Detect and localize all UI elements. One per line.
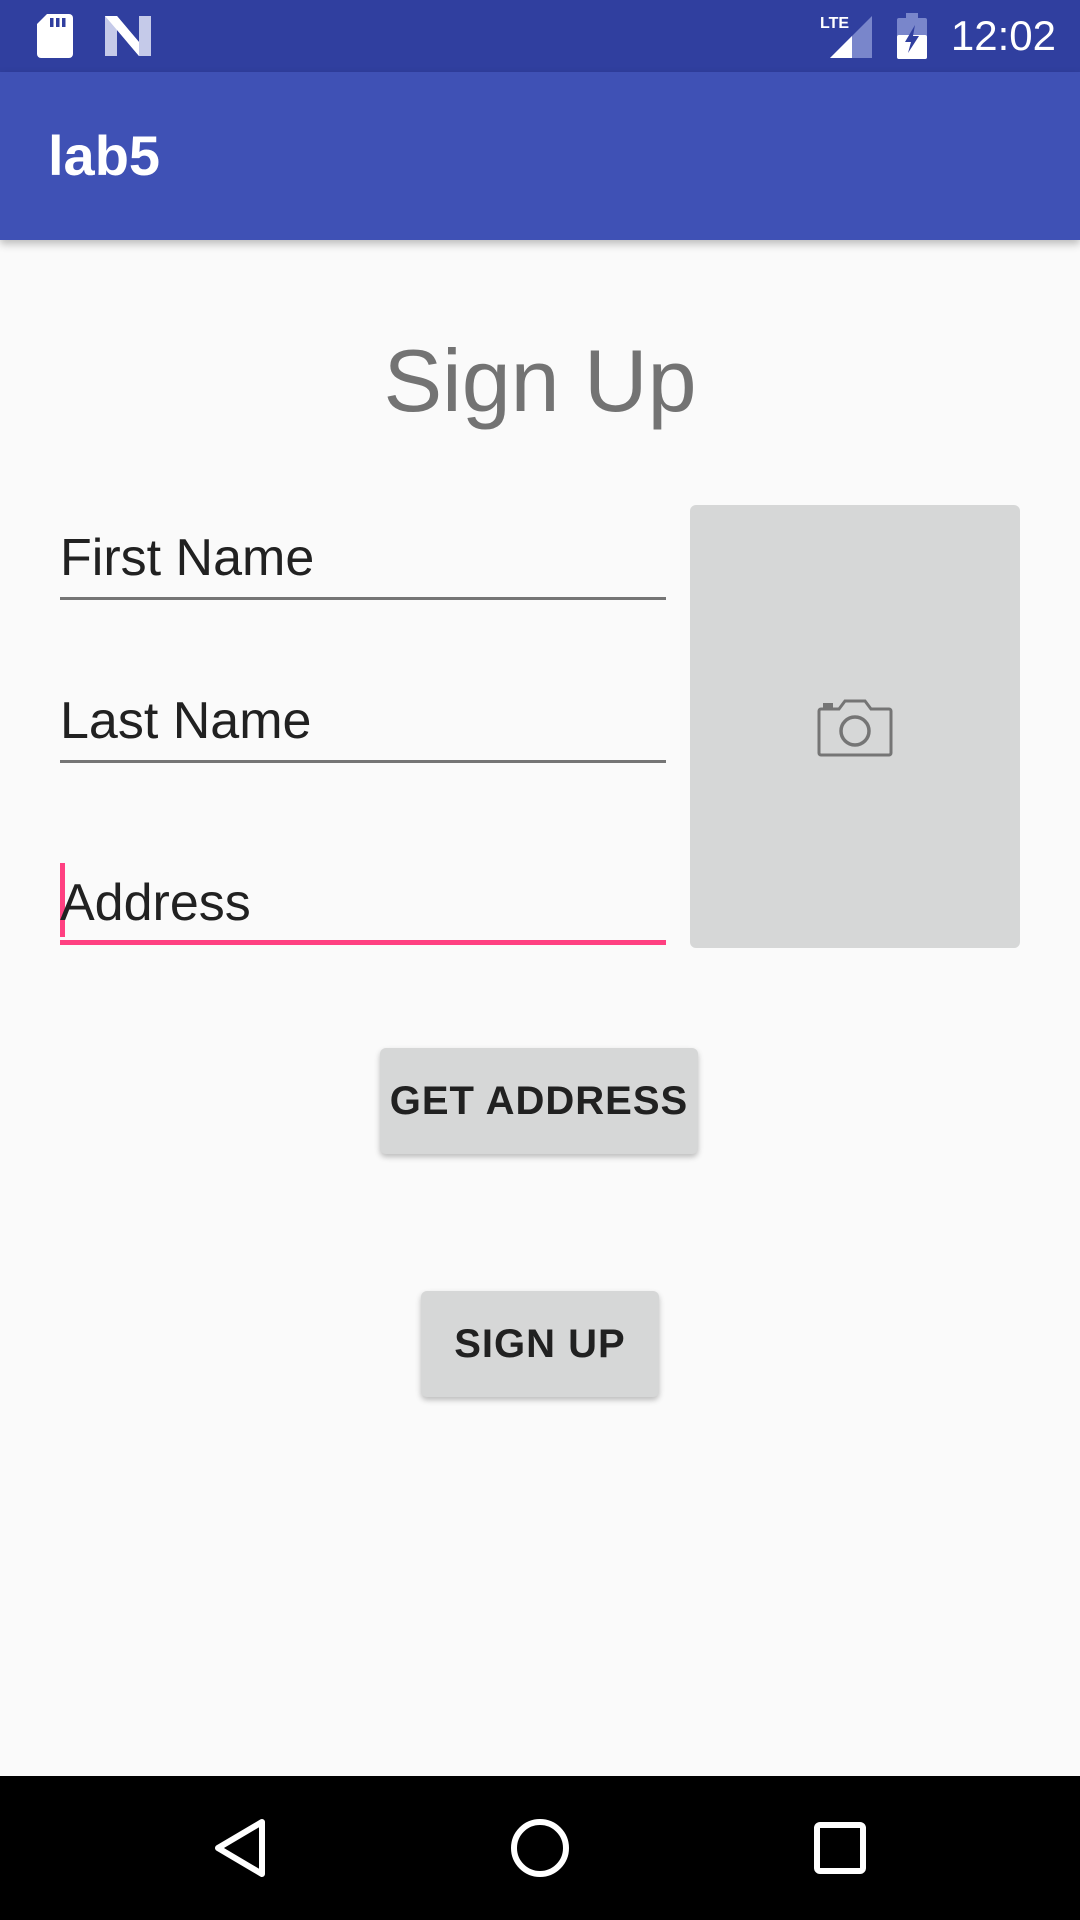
back-button[interactable] [160,1776,320,1920]
get-address-button[interactable]: GET ADDRESS [380,1048,698,1154]
camera-icon [817,699,893,756]
first-name-underline [60,597,666,600]
status-time: 12:02 [950,12,1056,59]
address-field[interactable]: Address [60,845,666,945]
address-underline [60,940,666,945]
recents-icon [814,1822,866,1874]
app-title: lab5 [48,124,161,187]
battery-charging-icon [894,0,930,72]
home-button[interactable] [460,1776,620,1920]
sign-up-button[interactable]: SIGN UP [421,1291,659,1397]
app-bar: lab5 [0,72,1080,240]
first-name-placeholder: First Name [60,529,315,587]
status-bar: LTE 12:02 [0,0,1080,72]
lte-signal-icon: LTE [816,0,876,72]
first-name-field[interactable]: First Name [60,500,666,600]
page-title: Sign Up [383,331,697,430]
lte-label: LTE [820,15,849,32]
last-name-placeholder: Last Name [60,692,312,750]
recents-button[interactable] [760,1776,920,1920]
notification-n-icon [100,0,156,72]
home-icon [511,1819,569,1877]
last-name-field[interactable]: Last Name [60,663,666,763]
photo-picker[interactable] [690,505,1020,948]
address-placeholder: Address [60,874,251,932]
last-name-underline [60,760,666,763]
back-icon [215,1819,265,1877]
navigation-bar [0,1776,1080,1920]
sd-card-icon [30,0,80,72]
